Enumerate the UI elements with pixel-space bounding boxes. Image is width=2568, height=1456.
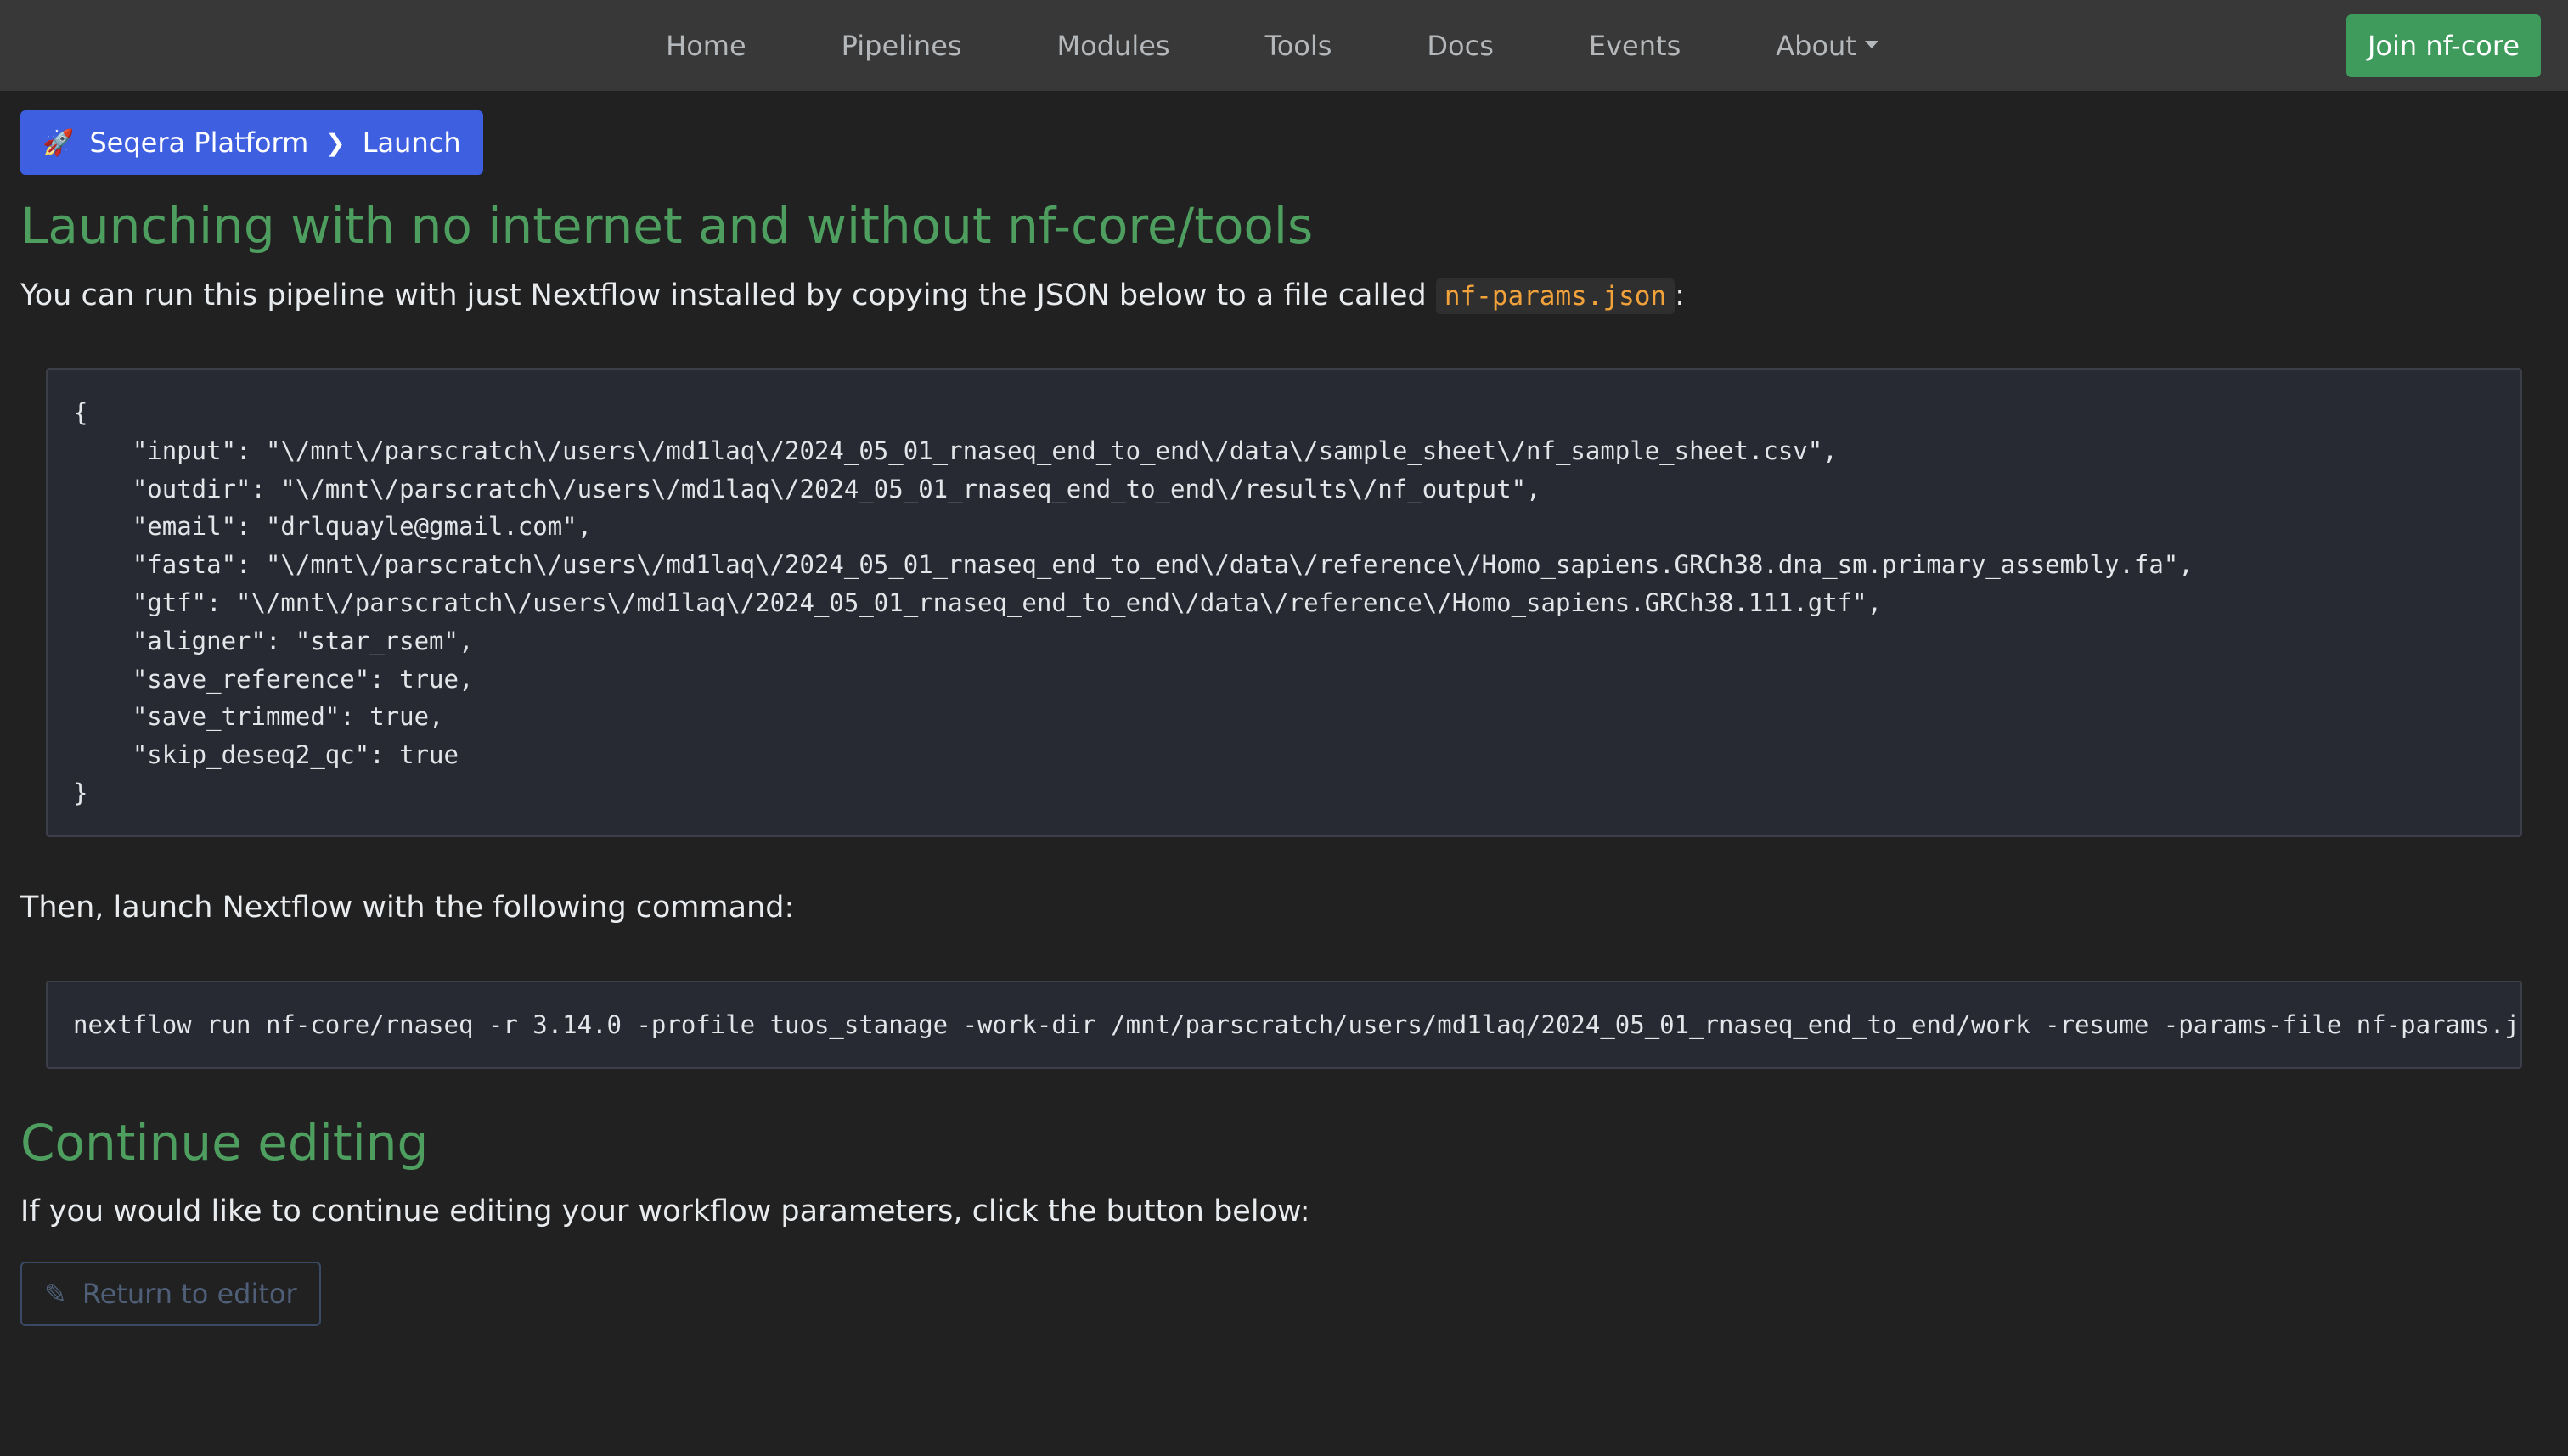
offline-intro-before: You can run this pipeline with just Next… <box>20 278 1436 312</box>
continue-editing-text: If you would like to continue editing yo… <box>20 1195 1310 1228</box>
launch-command-intro: Then, launch Nextflow with the following… <box>20 891 795 925</box>
return-to-editor-button[interactable]: ✎ Return to editor <box>20 1262 321 1326</box>
offline-intro-text: You can run this pipeline with just Next… <box>20 278 1685 314</box>
offline-launch-heading: Launching with no internet and without n… <box>20 197 1314 255</box>
breadcrumb-item-seqera-platform[interactable]: Seqera Platform <box>89 126 308 159</box>
caret-down-icon <box>1864 41 1878 48</box>
json-line: "email": "drlquayle@gmail.com", <box>73 512 593 542</box>
nav-pipelines[interactable]: Pipelines <box>794 30 1010 62</box>
join-nf-core-button[interactable]: Join nf-core <box>2346 14 2541 77</box>
json-line: "gtf": "\/mnt\/parscratch\/users\/md1laq… <box>73 587 1883 617</box>
json-line: } <box>73 778 88 807</box>
json-line: "fasta": "\/mnt\/parscratch\/users\/md1l… <box>73 550 2194 580</box>
params-filename: nf-params.json <box>1435 278 1675 314</box>
offline-intro-after: : <box>1675 278 1685 312</box>
launch-command-block[interactable]: nextflow run nf-core/rnaseq -r 3.14.0 -p… <box>46 981 2522 1069</box>
nav-about-dropdown[interactable]: About <box>1728 30 1926 62</box>
json-line: { <box>73 398 88 427</box>
breadcrumb: 🚀 Seqera Platform ❯ Launch <box>20 110 483 175</box>
pencil-icon: ✎ <box>44 1278 67 1310</box>
json-line: "input": "\/mnt\/parscratch\/users\/md1l… <box>73 436 1838 465</box>
json-line: "skip_deseq2_qc": true <box>73 740 459 770</box>
nav-docs[interactable]: Docs <box>1379 30 1540 62</box>
nav-tools[interactable]: Tools <box>1218 30 1380 62</box>
breadcrumb-separator: ❯ <box>325 128 346 157</box>
json-line: "aligner": "star_rsem", <box>73 626 474 655</box>
continue-editing-heading: Continue editing <box>20 1114 429 1172</box>
nav-home[interactable]: Home <box>618 30 794 62</box>
nav-links: Home Pipelines Modules Tools Docs Events… <box>0 0 2556 91</box>
rocket-icon: 🚀 <box>42 127 75 158</box>
return-to-editor-label: Return to editor <box>82 1278 297 1310</box>
json-line: "save_trimmed": true, <box>73 702 444 732</box>
breadcrumb-item-launch: Launch <box>362 126 461 159</box>
top-navbar: Home Pipelines Modules Tools Docs Events… <box>0 0 2568 91</box>
params-json-block[interactable]: { "input": "\/mnt\/parscratch\/users\/md… <box>46 368 2522 837</box>
json-line: "save_reference": true, <box>73 664 474 694</box>
json-line: "outdir": "\/mnt\/parscratch\/users\/md1… <box>73 474 1541 503</box>
launch-command-text: nextflow run nf-core/rnaseq -r 3.14.0 -p… <box>73 1010 2522 1039</box>
nav-about-label: About <box>1776 29 1856 62</box>
nav-events[interactable]: Events <box>1541 30 1728 62</box>
nav-modules[interactable]: Modules <box>1010 30 1218 62</box>
